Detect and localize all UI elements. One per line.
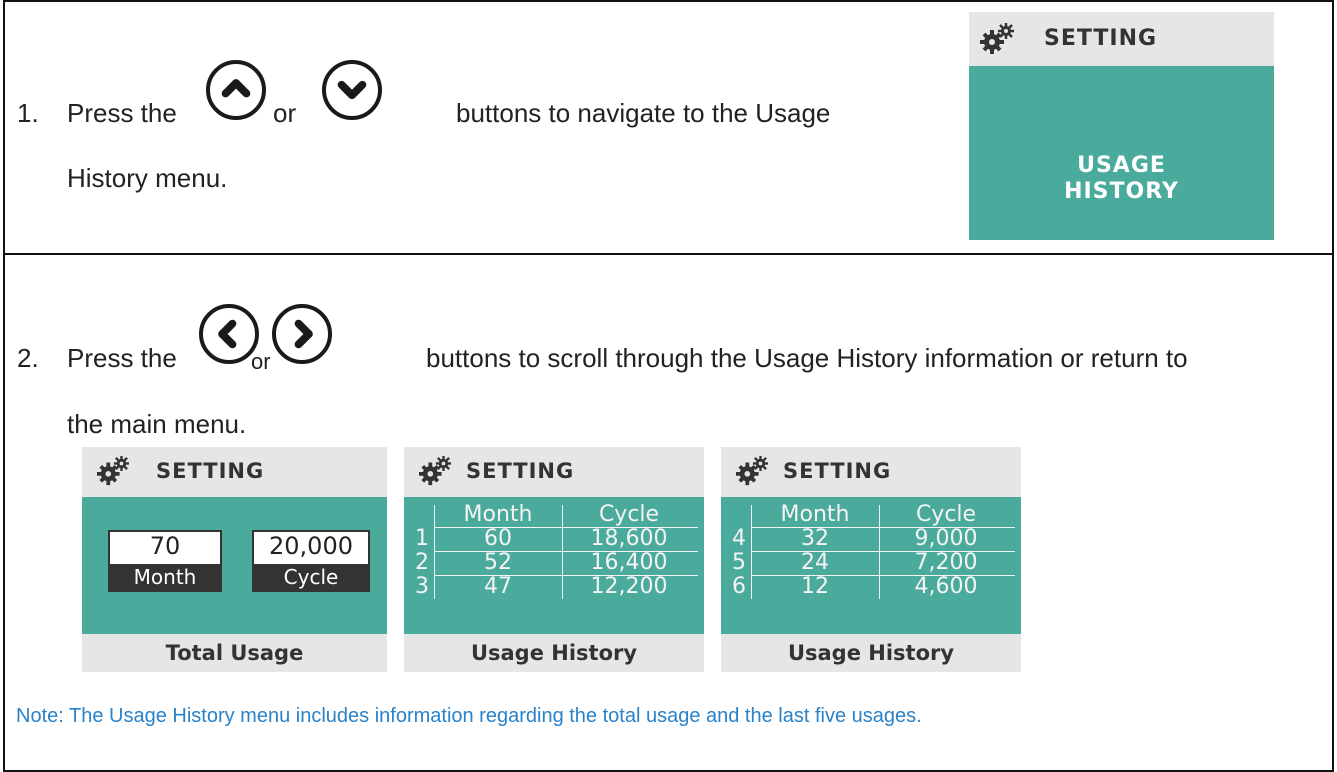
month-total-value: 70 <box>149 532 181 560</box>
month-total-label: Month <box>110 564 220 590</box>
chevron-up-icon <box>206 60 266 120</box>
usage-history-panel-2: SETTING Month Cycle 4 32 9,000 5 24 7,20… <box>721 447 1021 672</box>
gears-icon <box>980 23 1014 54</box>
row-month: 47 <box>484 574 512 599</box>
step-2-or: or <box>251 349 271 374</box>
table-row: 4 32 9,000 <box>727 527 1015 551</box>
history-table: Month Cycle 4 32 9,000 5 24 7,200 6 12 4… <box>727 503 1015 599</box>
row-cycle: 4,600 <box>914 574 978 599</box>
panel-footer: Usage History <box>404 634 704 672</box>
month-total-box: 70 Month <box>108 530 222 592</box>
panel-title: SETTING <box>156 459 265 483</box>
row-month: 32 <box>801 526 829 551</box>
cycle-total-label: Cycle <box>254 564 368 590</box>
gears-icon <box>419 455 451 486</box>
panel-title: SETTING <box>466 459 575 483</box>
row-month: 24 <box>801 550 829 575</box>
row-cycle: 9,000 <box>914 526 978 551</box>
table-row: 2 52 16,400 <box>410 551 698 575</box>
row-index: 1 <box>415 526 429 551</box>
step-2-number: 2. <box>17 343 39 373</box>
panel-body-line2: HISTORY <box>1064 179 1179 204</box>
step-1-or: or <box>273 98 297 128</box>
row-cycle: 18,600 <box>590 526 668 551</box>
col-cycle-header: Cycle <box>915 502 977 527</box>
chevron-down-icon <box>322 60 382 120</box>
panel-header: SETTING <box>969 12 1274 66</box>
row-month: 52 <box>484 550 512 575</box>
row-index: 4 <box>732 526 746 551</box>
table-divider <box>434 505 435 599</box>
step-2-text-before: Press the <box>67 343 177 373</box>
panel-header: SETTING <box>721 447 1021 497</box>
table-divider <box>751 505 752 599</box>
gears-icon <box>736 455 768 486</box>
row-index: 5 <box>732 550 746 575</box>
chevron-right-icon <box>272 304 332 364</box>
step-1-text-after: buttons to navigate to the Usage <box>456 98 831 128</box>
step-2-text-after: buttons to scroll through the Usage Hist… <box>426 343 1188 373</box>
step-1-text-before: Press the <box>67 98 177 128</box>
note-text: Note: The Usage History menu includes in… <box>16 705 922 727</box>
row-index: 6 <box>732 574 746 599</box>
table-divider <box>751 551 1015 552</box>
col-cycle-header: Cycle <box>598 502 660 527</box>
col-month-header: Month <box>463 502 533 527</box>
chevron-left-icon <box>199 304 259 364</box>
panel-footer: Usage History <box>721 634 1021 672</box>
row-cycle: 12,200 <box>590 574 668 599</box>
step-1-text-line2: History menu. <box>67 163 228 193</box>
col-month-header: Month <box>780 502 850 527</box>
panel-header: SETTING <box>82 447 387 497</box>
total-usage-panel: SETTING 70 Month 20,000 Cycle Total Usag… <box>82 447 387 672</box>
table-divider <box>751 527 1015 528</box>
usage-history-menu-panel: SETTING USAGE HISTORY <box>969 12 1274 240</box>
table-divider <box>562 505 563 599</box>
step-2-text-line2: the main menu. <box>67 409 247 439</box>
table-divider <box>434 551 698 552</box>
table-divider <box>879 505 880 599</box>
gears-icon <box>97 455 129 486</box>
row-cycle: 7,200 <box>914 550 978 575</box>
row-index: 2 <box>415 550 429 575</box>
row-month: 60 <box>484 526 512 551</box>
usage-history-panel-1: SETTING Month Cycle 1 60 18,600 2 52 16,… <box>404 447 704 672</box>
table-divider <box>434 575 698 576</box>
row-month: 12 <box>801 574 829 599</box>
panel-body-line1: USAGE <box>1077 153 1166 178</box>
panel-header: SETTING <box>404 447 704 497</box>
panel-title: SETTING <box>1044 26 1158 51</box>
table-row: 5 24 7,200 <box>727 551 1015 575</box>
table-row: 3 47 12,200 <box>410 575 698 599</box>
row-index: 3 <box>415 574 429 599</box>
history-table: Month Cycle 1 60 18,600 2 52 16,400 3 47… <box>410 503 698 599</box>
row-cycle: 16,400 <box>590 550 668 575</box>
cycle-total-box: 20,000 Cycle <box>252 530 370 592</box>
table-row: 6 12 4,600 <box>727 575 1015 599</box>
table-header-row: Month Cycle <box>727 503 1015 527</box>
cycle-total-value: 20,000 <box>269 532 353 560</box>
table-divider <box>751 575 1015 576</box>
table-header-row: Month Cycle <box>410 503 698 527</box>
panel-title: SETTING <box>783 459 892 483</box>
panel-footer: Total Usage <box>82 634 387 672</box>
table-row: 1 60 18,600 <box>410 527 698 551</box>
step-1-number: 1. <box>17 98 39 128</box>
table-divider <box>434 527 698 528</box>
step-1-row: 1. Press the or buttons to navigate to t… <box>3 0 1334 255</box>
